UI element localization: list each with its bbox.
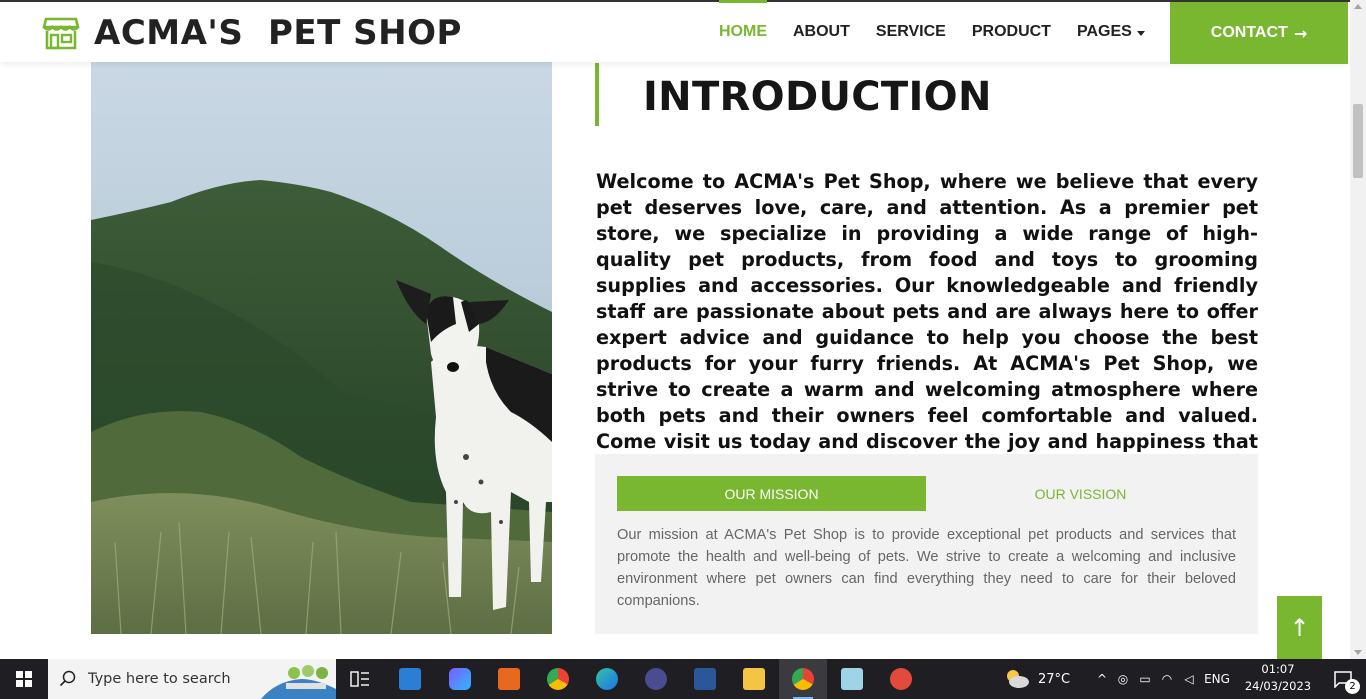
- clock[interactable]: 01:07 24/03/2023: [1242, 661, 1314, 695]
- dog-photo: [91, 62, 552, 634]
- mail-app-icon[interactable]: [386, 659, 434, 699]
- contact-label: CONTACT: [1210, 24, 1288, 41]
- scroll-thumb[interactable]: [1353, 104, 1363, 178]
- tab-content: Our mission at ACMA's Pet Shop is to pro…: [617, 527, 1236, 609]
- weather-widget[interactable]: 27°C: [1004, 659, 1070, 699]
- nav-product-label: PRODUCT: [971, 23, 1051, 40]
- nav-product[interactable]: PRODUCT: [959, 2, 1064, 62]
- chrome-app-icon[interactable]: [534, 659, 582, 699]
- weather-cloud-icon: [1007, 670, 1029, 688]
- word-app-icon[interactable]: [681, 659, 729, 699]
- task-view-icon[interactable]: [336, 659, 384, 699]
- dog-on-hill-image: [91, 62, 552, 634]
- notification-center-button[interactable]: 2: [1320, 659, 1366, 699]
- nav-home-label: HOME: [719, 23, 767, 40]
- taskbar-search-box[interactable]: Type here to search: [48, 659, 336, 699]
- intro-title: INTRODUCTION: [643, 74, 992, 120]
- tab-our-mission-label: OUR MISSION: [724, 485, 819, 502]
- mission-vision-panel: OUR MISSION OUR VISSION Our mission at A…: [595, 454, 1258, 634]
- file-explorer-icon[interactable]: [730, 659, 778, 699]
- title-accent-bar: [595, 63, 599, 126]
- nav-service[interactable]: SERVICE: [863, 2, 959, 62]
- search-icon: [48, 670, 88, 688]
- intro-paragraph: Welcome to ACMA's Pet Shop, where we bel…: [596, 170, 1258, 479]
- scroll-down-icon[interactable]: [1354, 650, 1362, 655]
- storefront-icon: [42, 17, 80, 50]
- nav-pages-dropdown[interactable]: PAGES: [1064, 2, 1158, 62]
- terminal-app-icon[interactable]: [632, 659, 680, 699]
- nav-pages-label: PAGES: [1076, 23, 1132, 40]
- edge-app-icon[interactable]: [583, 659, 631, 699]
- system-tray: ^ ◎ ▭ ◠ ◁ ENG: [1092, 659, 1234, 699]
- tab-our-mission[interactable]: OUR MISSION: [617, 476, 926, 511]
- contact-button[interactable]: CONTACT →: [1170, 2, 1348, 64]
- chevron-up-icon[interactable]: ^: [1092, 672, 1112, 686]
- windows-taskbar: Type here to search 27°C ^ ◎ ▭ ◠ ◁ ENG 0…: [0, 659, 1366, 699]
- navbar: ACMA'S PET SHOP HOME ABOUT SERVICE PRODU…: [0, 0, 1350, 64]
- tab-our-vission-label: OUR VISSION: [1034, 485, 1127, 502]
- wifi-icon[interactable]: ◠: [1156, 672, 1178, 686]
- meet-now-icon[interactable]: ◎: [1112, 672, 1134, 686]
- search-placeholder: Type here to search: [88, 671, 231, 687]
- notification-badge: 2: [1345, 679, 1360, 694]
- scroll-up-icon[interactable]: [1354, 4, 1362, 9]
- caret-down-icon: [1136, 30, 1145, 36]
- nav-about-label: ABOUT: [793, 23, 850, 40]
- copilot-app-icon[interactable]: [436, 659, 484, 699]
- nav-service-label: SERVICE: [875, 23, 946, 40]
- page-scrollbar[interactable]: [1350, 0, 1366, 659]
- battery-icon[interactable]: ▭: [1134, 672, 1156, 686]
- office-app-icon[interactable]: [485, 659, 533, 699]
- tab-our-vission[interactable]: OUR VISSION: [926, 476, 1235, 511]
- brand-name: ACMA'S PET SHOP: [94, 13, 462, 53]
- nav-about[interactable]: ABOUT: [780, 2, 863, 62]
- arrow-up-icon: ↑: [1289, 613, 1310, 642]
- clock-time: 01:07: [1261, 662, 1295, 676]
- start-button[interactable]: [0, 659, 48, 699]
- nav-home[interactable]: HOME: [706, 0, 780, 62]
- notepad-app-icon[interactable]: [828, 659, 876, 699]
- arrow-right-icon: →: [1293, 23, 1308, 43]
- volume-icon[interactable]: ◁: [1178, 672, 1200, 686]
- clock-date: 24/03/2023: [1244, 679, 1312, 693]
- search-highlight-art-icon: [261, 665, 336, 699]
- paint-app-icon[interactable]: [877, 659, 925, 699]
- windows-logo-icon: [16, 671, 32, 687]
- browser-viewport: ACMA'S PET SHOP HOME ABOUT SERVICE PRODU…: [0, 0, 1350, 659]
- brand[interactable]: ACMA'S PET SHOP: [42, 12, 462, 54]
- nav-menu: HOME ABOUT SERVICE PRODUCT PAGES: [706, 0, 1158, 62]
- weather-temp: 27°C: [1038, 671, 1071, 687]
- chrome-profile-app-icon[interactable]: [779, 659, 827, 699]
- language-indicator[interactable]: ENG: [1200, 672, 1234, 686]
- back-to-top-button[interactable]: ↑: [1277, 596, 1322, 659]
